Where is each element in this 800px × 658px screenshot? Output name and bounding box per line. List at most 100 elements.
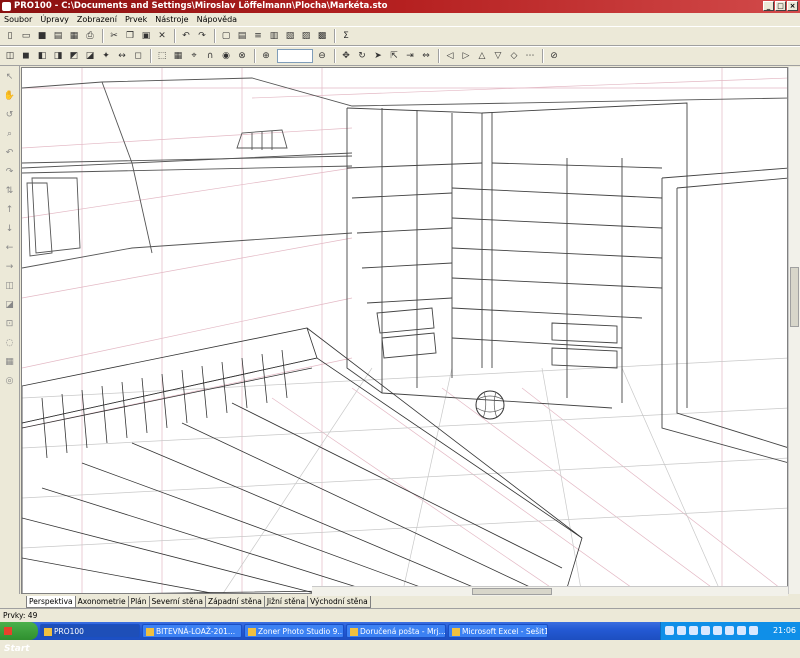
redo-icon[interactable]: ↷ (195, 29, 209, 43)
copy-icon[interactable]: ❐ (123, 29, 137, 43)
tab-zapadni-stena[interactable]: Západní stěna (204, 596, 265, 608)
solid-icon[interactable]: ◧ (35, 49, 49, 63)
sum-icon[interactable]: Σ (339, 29, 353, 43)
taskbar-item-excel[interactable]: Microsoft Excel - Sešit1 (448, 624, 548, 638)
tab-perspektiva[interactable]: Perspektiva (26, 596, 76, 608)
dimension-icon[interactable]: ↔ (115, 49, 129, 63)
arrange-left-icon[interactable]: ◁ (443, 49, 457, 63)
vertical-scrollbar[interactable] (788, 67, 800, 594)
report-icon[interactable]: ▧ (283, 29, 297, 43)
arrange-up-icon[interactable]: △ (475, 49, 489, 63)
maximize-button[interactable]: □ (775, 1, 786, 11)
label-icon[interactable]: ◻ (131, 49, 145, 63)
move-up-icon[interactable]: ↑ (3, 203, 17, 217)
taskbar-item-posta[interactable]: Doručená pošta - Mrj... (346, 624, 446, 638)
new-icon[interactable]: ▯ (3, 29, 17, 43)
distribute-icon[interactable]: ⋯ (523, 49, 537, 63)
rotate-right-icon[interactable]: ↷ (3, 165, 17, 179)
cutlist-icon[interactable]: ▩ (315, 29, 329, 43)
light-icon[interactable]: ✦ (99, 49, 113, 63)
menu-upravy[interactable]: Úpravy (40, 15, 69, 24)
paste-icon[interactable]: ▣ (139, 29, 153, 43)
mirror-icon[interactable]: ⇔ (419, 49, 433, 63)
library-icon[interactable]: ▥ (267, 29, 281, 43)
select-group-icon[interactable]: ⬚ (155, 49, 169, 63)
tray-icon[interactable] (725, 626, 734, 635)
cube-icon[interactable]: ◪ (83, 49, 97, 63)
group-icon[interactable]: ◫ (3, 279, 17, 293)
catalog-icon[interactable]: ▤ (51, 29, 65, 43)
magnet-icon[interactable]: ∩ (203, 49, 217, 63)
stop-icon[interactable]: ⊗ (235, 49, 249, 63)
zoom-in-icon[interactable]: ⊕ (259, 49, 273, 63)
tray-icon[interactable] (749, 626, 758, 635)
menu-prvek[interactable]: Prvek (125, 15, 147, 24)
snap-icon[interactable]: ⌖ (187, 49, 201, 63)
shade-icon[interactable]: ◩ (67, 49, 81, 63)
open-icon[interactable]: ▭ (19, 29, 33, 43)
bill-icon[interactable]: ▨ (299, 29, 313, 43)
wireframe-icon[interactable]: ◫ (3, 49, 17, 63)
arrange-right-icon[interactable]: ▷ (459, 49, 473, 63)
zoom-window-icon[interactable]: ⌕ (3, 127, 17, 141)
select-arrow-icon[interactable]: ↖ (3, 70, 17, 84)
sphere-object[interactable] (475, 390, 505, 420)
delete-icon[interactable]: ✕ (155, 29, 169, 43)
tray-icon[interactable] (665, 626, 674, 635)
window-icon[interactable]: ▢ (219, 29, 233, 43)
print-icon[interactable]: ⎙ (83, 29, 97, 43)
tab-severni-stena[interactable]: Severní stěna (148, 596, 206, 608)
move-left-icon[interactable]: ← (3, 241, 17, 255)
tray-icon[interactable] (737, 626, 746, 635)
arrange-center-icon[interactable]: ◇ (507, 49, 521, 63)
cut-icon[interactable]: ✂ (107, 29, 121, 43)
close-button[interactable]: × (787, 1, 798, 11)
tab-plan[interactable]: Plán (127, 596, 150, 608)
move-right-icon[interactable]: → (3, 260, 17, 274)
tray-icon[interactable] (689, 626, 698, 635)
ungroup-icon[interactable]: ◪ (3, 298, 17, 312)
texture-icon[interactable]: ◨ (51, 49, 65, 63)
taskbar-item-zoner[interactable]: Zoner Photo Studio 9... (244, 624, 344, 638)
align-icon[interactable]: ⇥ (403, 49, 417, 63)
zoom-out-icon[interactable]: ⊖ (315, 49, 329, 63)
grid-icon[interactable]: ▦ (171, 49, 185, 63)
pan-icon[interactable]: ✋ (3, 89, 17, 103)
tab-vychodni-stena[interactable]: Východní stěna (307, 596, 371, 608)
start-button[interactable]: Start (0, 622, 38, 654)
3d-viewport[interactable] (21, 67, 788, 594)
menu-zobrazeni[interactable]: Zobrazení (77, 15, 117, 24)
menu-napoveda[interactable]: Nápověda (197, 15, 238, 24)
cancel-icon[interactable]: ⊘ (547, 49, 561, 63)
tab-axonometrie[interactable]: Axonometrie (74, 596, 129, 608)
pointer-icon[interactable]: ➤ (371, 49, 385, 63)
clock[interactable]: 21:06 (773, 622, 796, 640)
orbit-icon[interactable]: ↺ (3, 108, 17, 122)
menu-soubor[interactable]: Soubor (4, 15, 32, 24)
hide-icon[interactable]: ◌ (3, 336, 17, 350)
camera-icon[interactable]: ◉ (219, 49, 233, 63)
lock-icon[interactable]: ⊡ (3, 317, 17, 331)
menu-nastroje[interactable]: Nástroje (155, 15, 188, 24)
render-icon[interactable]: ◼ (19, 49, 33, 63)
tray-icon[interactable] (677, 626, 686, 635)
texture-map-icon[interactable]: ▦ (3, 355, 17, 369)
flip-icon[interactable]: ⇅ (3, 184, 17, 198)
list-icon[interactable]: ≡ (251, 29, 265, 43)
zoom-input[interactable] (277, 49, 313, 63)
save-icon[interactable]: ■ (35, 29, 49, 43)
undo-icon[interactable]: ↶ (179, 29, 193, 43)
tab-jizni-stena[interactable]: Jižní stěna (263, 596, 309, 608)
rotate-icon[interactable]: ↻ (355, 49, 369, 63)
rotate-left-icon[interactable]: ↶ (3, 146, 17, 160)
taskbar-item-bitevnik[interactable]: BITEVNÁ-LOAŽ-201... (142, 624, 242, 638)
taskbar-item-pro100[interactable]: PRO100 (40, 624, 140, 638)
tray-icon[interactable] (713, 626, 722, 635)
walk-icon[interactable]: ⇱ (387, 49, 401, 63)
move-down-icon[interactable]: ↓ (3, 222, 17, 236)
minimize-button[interactable]: _ (763, 1, 774, 11)
print-preview-icon[interactable]: ▦ (67, 29, 81, 43)
tray-icon[interactable] (701, 626, 710, 635)
horizontal-scrollbar[interactable] (312, 586, 788, 596)
material-icon[interactable]: ◎ (3, 374, 17, 388)
